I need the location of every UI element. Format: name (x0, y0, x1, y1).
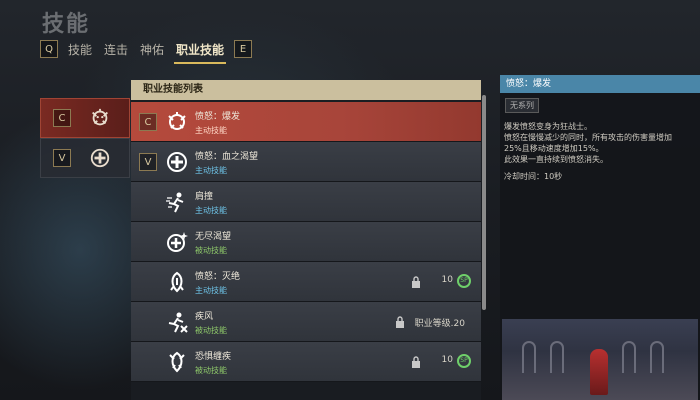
list-header: 职业技能列表 (131, 80, 481, 100)
rage-burst-icon (92, 108, 108, 126)
tab-blessings[interactable]: 神佑 (138, 41, 166, 58)
skill-preview-image (502, 319, 698, 400)
skill-row-blood-thirst[interactable]: V 愤怒：血之渴望 主动技能 (131, 142, 481, 182)
preview-arch (650, 341, 664, 373)
desc-line: 愤怒在慢慢减少的同时，所有攻击的伤害量增加 (504, 133, 672, 142)
next-tab-key[interactable]: E (234, 40, 253, 58)
cooldown-text: 冷却时间：10秒 (504, 172, 563, 181)
skill-point-cost: 10 (441, 275, 453, 285)
skill-row-shoulder-charge[interactable]: 肩撞 主动技能 (131, 182, 481, 222)
slot-key-c: C (53, 109, 71, 127)
slot-v[interactable]: V (40, 138, 130, 178)
list-scrollbar[interactable] (482, 95, 486, 310)
skill-rows: C 愤怒：爆发 主动技能 V 愤怒：血之渴望 主动技能 肩撞 主动技能 无尽渴望… (131, 102, 481, 382)
desc-line: 25%且移动速度增加15%。 (504, 144, 604, 153)
skill-tabs: Q 技能 连击 神佑 职业技能 E (40, 40, 253, 64)
skill-row-gale[interactable]: 疾风 被动技能 职业等级.20 (131, 302, 481, 342)
gale-icon (168, 312, 188, 333)
skill-type: 主动技能 (195, 166, 227, 175)
blood-thirst-icon (167, 152, 187, 172)
skill-detail-panel: 愤怒：爆发 无系列 爆发愤怒变身为狂战士。 愤怒在慢慢减少的同时，所有攻击的伤害… (500, 75, 700, 400)
slot-c[interactable]: C (40, 98, 130, 138)
row-key-c: C (139, 113, 157, 131)
shoulder-charge-icon (166, 192, 184, 213)
skill-row-extinction[interactable]: 愤怒：灭绝 主动技能 10 SP (131, 262, 481, 302)
skill-name: 肩撞 (195, 192, 214, 202)
crimson-desire-icon (90, 148, 110, 168)
desc-line: 爆发愤怒变身为狂战士。 (504, 122, 592, 131)
skill-name: 无尽渴望 (195, 232, 232, 242)
skill-type: 主动技能 (195, 126, 227, 135)
series-tag: 无系列 (505, 98, 539, 113)
preview-arch (622, 341, 636, 373)
slot-key-v: V (53, 149, 71, 167)
skill-row-endless-desire[interactable]: 无尽渴望 被动技能 (131, 222, 481, 262)
skill-point-cost: 10 (441, 355, 453, 365)
skill-type: 被动技能 (195, 326, 227, 335)
tab-combos[interactable]: 连击 (102, 41, 130, 58)
hotkey-slots: C V (40, 98, 130, 178)
skill-point-icon: SP (457, 354, 471, 368)
skill-name: 恐惧缠疾 (195, 352, 232, 362)
skill-type: 被动技能 (195, 246, 227, 255)
lock-icon (412, 356, 420, 368)
rage-burst-icon (168, 112, 186, 130)
tab-skills[interactable]: 技能 (66, 41, 94, 58)
preview-arch (522, 341, 536, 373)
skill-type: 主动技能 (195, 206, 227, 215)
skill-name: 愤怒：血之渴望 (195, 152, 259, 162)
page-title: 技能 (42, 12, 91, 37)
class-skill-list-panel: 职业技能列表 C 愤怒：爆发 主动技能 V 愤怒：血之渴望 主动技能 肩撞 主动… (131, 80, 481, 400)
extinction-icon (170, 271, 184, 293)
endless-desire-icon (167, 232, 188, 252)
fear-icon (169, 351, 185, 373)
prev-tab-key[interactable]: Q (40, 40, 58, 58)
level-requirement: 职业等级.20 (414, 319, 465, 329)
preview-character (590, 349, 608, 395)
skill-name: 愤怒：灭绝 (195, 272, 241, 282)
desc-line: 此效果一直持续到愤怒消失。 (504, 155, 608, 164)
row-key-v: V (139, 153, 157, 171)
skill-name: 疾风 (195, 312, 214, 322)
skill-row-fear[interactable]: 恐惧缠疾 被动技能 10 SP (131, 342, 481, 382)
skill-description: 爆发愤怒变身为狂战士。 愤怒在慢慢减少的同时，所有攻击的伤害量增加 25%且移动… (504, 121, 696, 165)
skill-row-rage-burst[interactable]: C 愤怒：爆发 主动技能 (131, 102, 481, 142)
skill-name: 愤怒：爆发 (195, 112, 241, 122)
skill-point-icon: SP (457, 274, 471, 288)
skill-type: 被动技能 (195, 366, 227, 375)
preview-arch (550, 341, 564, 373)
tab-class-skills[interactable]: 职业技能 (174, 41, 227, 64)
lock-icon (396, 316, 404, 328)
skill-type: 主动技能 (195, 286, 227, 295)
lock-icon (412, 276, 420, 288)
detail-title: 愤怒：爆发 (500, 75, 700, 93)
